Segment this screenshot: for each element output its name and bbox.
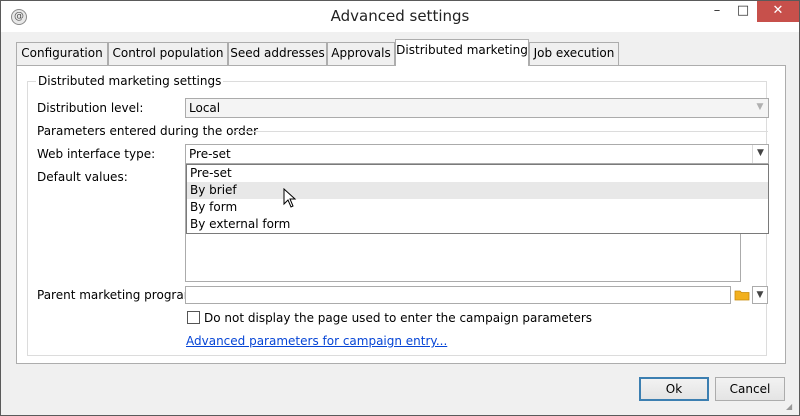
mouse-pointer-icon [283,188,297,208]
ok-button[interactable]: Ok [639,377,709,401]
tab-seed-addresses[interactable]: Seed addresses [228,42,327,65]
resize-grip-icon[interactable]: ◢ [786,402,796,412]
distribution-level-select: Local ▼ [185,98,769,118]
option-by-external-form[interactable]: By external form [187,216,768,233]
parent-marketing-program-label: Parent marketing program: [37,288,200,302]
web-interface-type-value: Pre-set [189,147,231,161]
folder-icon[interactable] [732,286,752,304]
close-button[interactable]: ✕ [757,1,799,22]
tab-configuration[interactable]: Configuration [16,42,108,65]
default-values-label: Default values: [37,170,128,184]
minimize-button[interactable]: – [704,1,730,22]
web-interface-type-label: Web interface type: [37,147,156,161]
web-interface-type-select[interactable]: Pre-set ▼ [185,144,769,164]
advanced-parameters-link[interactable]: Advanced parameters for campaign entry..… [186,334,447,348]
option-pre-set[interactable]: Pre-set [187,165,768,182]
group-title: Distributed marketing settings [36,74,224,88]
chevron-down-icon: ▼ [756,102,764,112]
tab-distributed-marketing[interactable]: Distributed marketing [395,39,529,66]
chevron-down-icon[interactable]: ▼ [752,145,768,163]
option-by-form[interactable]: By form [187,199,768,216]
title-bar[interactable]: @ Advanced settings – □ ✕ [1,1,799,32]
hide-page-checkbox-label[interactable]: Do not display the page used to enter th… [204,311,592,325]
chevron-down-icon[interactable]: ▼ [752,286,768,304]
window-title: Advanced settings [330,7,470,25]
maximize-button[interactable]: □ [730,1,756,22]
cancel-button[interactable]: Cancel [715,377,785,401]
distribution-level-label: Distribution level: [37,101,144,115]
distribution-level-value: Local [189,101,221,115]
tab-approvals[interactable]: Approvals [327,42,395,65]
tab-job-execution[interactable]: Job execution [529,42,619,65]
tab-control-population[interactable]: Control population [108,42,228,65]
web-interface-type-options: Pre-set By brief By form By external for… [186,164,769,234]
section-divider [233,131,768,132]
option-by-brief[interactable]: By brief [187,182,768,199]
advanced-settings-dialog: @ Advanced settings – □ ✕ Configuration … [0,0,800,416]
parameters-section-title: Parameters entered during the order [37,124,259,138]
parent-marketing-program-field[interactable] [185,286,731,304]
hide-page-checkbox[interactable] [187,311,200,324]
